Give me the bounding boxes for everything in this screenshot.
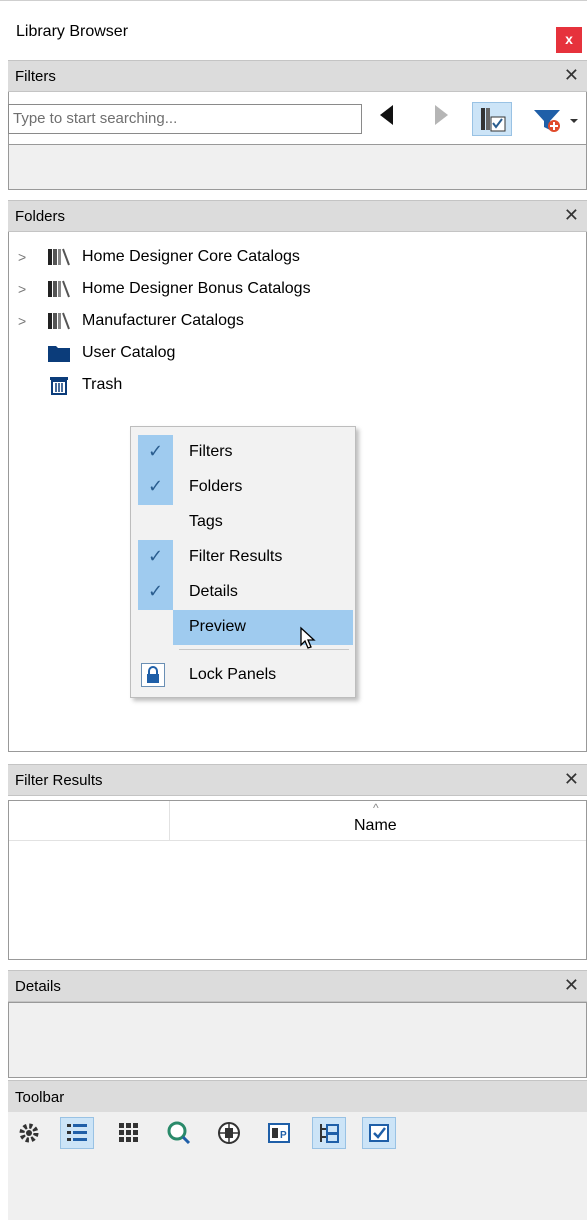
- grid-view-icon[interactable]: [112, 1117, 146, 1149]
- filter-catalogs-toggle-button[interactable]: [472, 102, 512, 136]
- results-column-header: ^ Name: [9, 801, 586, 841]
- menu-item-filter-results[interactable]: ✓ Filter Results: [135, 540, 353, 575]
- chevron-right-icon[interactable]: >: [18, 313, 46, 329]
- menu-item-folders[interactable]: ✓ Folders: [135, 470, 353, 505]
- window-close-button[interactable]: x: [556, 27, 582, 53]
- tree-item-label: Home Designer Bonus Catalogs: [82, 280, 311, 297]
- menu-item-details[interactable]: ✓ Details: [135, 575, 353, 610]
- forward-arrow-icon[interactable]: [435, 105, 448, 125]
- checkmark-icon: ✓: [138, 540, 173, 575]
- catalog-books-icon: [46, 310, 72, 332]
- gear-icon[interactable]: [12, 1117, 46, 1149]
- tree-item-label: Home Designer Core Catalogs: [82, 248, 300, 265]
- folders-panel-header: Folders ✕: [8, 200, 587, 232]
- folders-panel-title: Folders: [15, 208, 66, 225]
- tree-item-user-catalog[interactable]: User Catalog: [46, 337, 175, 369]
- tree-item-core-catalogs[interactable]: > Home Designer Core Catalogs: [18, 241, 300, 273]
- menu-item-filters[interactable]: ✓ Filters: [135, 435, 353, 470]
- web-catalog-icon[interactable]: [212, 1117, 246, 1149]
- tree-item-label: User Catalog: [82, 344, 176, 361]
- panel-context-menu: ✓ Filters ✓ Folders Tags ✓ Filter Result…: [130, 426, 356, 698]
- menu-item-label: Tags: [189, 513, 223, 530]
- details-content-area: [8, 1002, 587, 1078]
- menu-item-preview[interactable]: Preview: [173, 610, 353, 649]
- chevron-right-icon[interactable]: >: [18, 249, 46, 265]
- results-panel-title: Filter Results: [15, 772, 103, 789]
- details-panel-title: Details: [15, 978, 61, 995]
- menu-separator: [179, 649, 349, 650]
- search-input[interactable]: Type to start searching...: [8, 104, 362, 134]
- chevron-right-icon[interactable]: >: [18, 281, 46, 297]
- toolbar-panel-title: Toolbar: [15, 1089, 65, 1106]
- window-titlebar: Library Browser x: [0, 0, 587, 53]
- menu-item-lock-panels[interactable]: Lock Panels: [135, 658, 353, 693]
- trash-icon: [46, 374, 72, 396]
- mouse-cursor-icon: [299, 626, 319, 656]
- checked-folder-icon[interactable]: [362, 1117, 396, 1149]
- svg-text:P: P: [280, 1130, 287, 1141]
- tree-view-icon[interactable]: [312, 1117, 346, 1149]
- filter-add-dropdown-icon[interactable]: [530, 104, 582, 136]
- results-panel-close-icon[interactable]: ✕: [564, 769, 579, 790]
- details-panel-close-icon[interactable]: ✕: [564, 975, 579, 996]
- window-title: Library Browser: [16, 23, 129, 40]
- sort-caret-icon: ^: [373, 801, 379, 815]
- properties-icon[interactable]: P: [262, 1117, 296, 1149]
- menu-item-tags[interactable]: Tags: [135, 505, 353, 540]
- results-panel-header: Filter Results ✕: [8, 764, 587, 796]
- checkmark-icon: ✓: [138, 435, 173, 470]
- filters-panel-header: Filters ✕: [8, 60, 587, 92]
- tree-item-label: Trash: [82, 376, 123, 393]
- catalog-books-icon: [46, 246, 72, 268]
- results-list: ^ Name: [8, 800, 587, 960]
- lock-icon: [141, 663, 165, 687]
- tree-item-manufacturer-catalogs[interactable]: > Manufacturer Catalogs: [18, 305, 244, 337]
- details-panel-header: Details ✕: [8, 970, 587, 1002]
- tree-item-trash[interactable]: Trash: [46, 369, 122, 401]
- filters-content-area: [8, 144, 587, 190]
- toolbar: P: [8, 1112, 587, 1220]
- catalog-books-icon: [46, 278, 72, 300]
- search-preview-icon[interactable]: [162, 1117, 196, 1149]
- checkmark-icon: ✓: [138, 470, 173, 505]
- tree-item-label: Manufacturer Catalogs: [82, 312, 244, 329]
- back-arrow-icon[interactable]: [380, 105, 393, 125]
- column-header-name[interactable]: Name: [354, 817, 397, 835]
- menu-item-label: Preview: [189, 618, 246, 635]
- checkmark-icon: ✓: [138, 575, 173, 610]
- tree-item-bonus-catalogs[interactable]: > Home Designer Bonus Catalogs: [18, 273, 311, 305]
- folders-panel-close-icon[interactable]: ✕: [564, 205, 579, 226]
- list-view-icon[interactable]: [60, 1117, 94, 1149]
- column-divider[interactable]: [169, 801, 170, 841]
- filters-panel-close-icon[interactable]: ✕: [564, 65, 579, 86]
- menu-item-label: Folders: [189, 478, 243, 495]
- folder-icon: [46, 342, 72, 364]
- toolbar-panel-header: Toolbar: [8, 1080, 587, 1112]
- menu-item-label: Filters: [189, 443, 233, 460]
- menu-item-label: Lock Panels: [189, 666, 277, 683]
- filters-panel-title: Filters: [15, 68, 56, 85]
- menu-item-label: Details: [189, 583, 238, 600]
- menu-item-label: Filter Results: [189, 548, 283, 565]
